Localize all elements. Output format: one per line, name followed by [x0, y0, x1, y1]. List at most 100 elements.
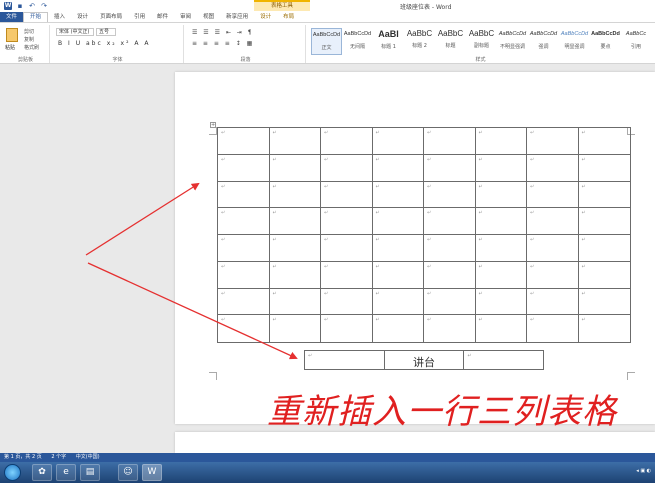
style-emphasis[interactable]: AaBbCcDd 强调 — [528, 28, 559, 55]
tab-references[interactable]: 引用 — [128, 12, 151, 22]
font-size-select[interactable]: 五号 — [96, 28, 116, 36]
table-cell[interactable]: ↵ — [372, 154, 424, 182]
style-normal[interactable]: AaBbCcDd 正文 — [311, 28, 342, 55]
font-name-select[interactable]: 宋体 (中文正) — [56, 28, 94, 36]
tab-table-layout[interactable]: 布局 — [277, 12, 300, 22]
table-cell[interactable]: ↵ — [270, 315, 321, 342]
system-tray[interactable]: ◂ ▣ ◐ — [636, 468, 651, 474]
table-cell[interactable]: ↵ — [372, 288, 424, 316]
table-cell[interactable]: ↵ — [527, 208, 579, 235]
table-cell[interactable]: ↵ — [321, 288, 373, 316]
style-no-spacing[interactable]: AaBbCcDd 无间隔 — [342, 28, 373, 55]
style-heading-1[interactable]: AaBl 标题 1 — [373, 28, 404, 55]
table-cell[interactable]: ↵ — [269, 181, 321, 209]
table-cell[interactable]: ↵ — [424, 208, 476, 235]
style-subtitle[interactable]: AaBbC 副标题 — [466, 28, 497, 55]
browser-icon[interactable]: e — [56, 464, 76, 481]
format-painter-button[interactable]: 格式刷 — [24, 44, 39, 51]
tab-insert[interactable]: 插入 — [48, 12, 71, 22]
table-cell[interactable]: ↵ — [218, 208, 270, 235]
tab-mailings[interactable]: 邮件 — [151, 12, 174, 22]
table-cell[interactable]: ↵ — [321, 261, 373, 289]
table-cell[interactable]: ↵ — [218, 154, 270, 182]
table-cell[interactable]: ↵ — [578, 262, 630, 289]
table-cell[interactable]: ↵ — [269, 261, 321, 289]
table-cell[interactable]: ↵ — [305, 351, 385, 369]
podium-table[interactable]: ↵ 讲台 ↵ — [304, 350, 544, 370]
table-cell[interactable]: ↵ — [321, 315, 373, 342]
table-cell[interactable]: ↵ — [372, 208, 424, 235]
table-cell[interactable]: ↵ — [373, 315, 424, 342]
chat-icon[interactable]: ☺ — [118, 464, 138, 481]
table-cell[interactable]: ↵ — [321, 235, 373, 262]
style-intense-emphasis[interactable]: AaBbCcDd 明显强调 — [559, 28, 590, 55]
table-cell[interactable]: ↵ — [475, 154, 527, 182]
table-cell[interactable]: ↵ — [321, 181, 373, 209]
table-cell[interactable]: ↵ — [475, 288, 527, 316]
folder-icon[interactable]: ▤ — [80, 464, 100, 481]
table-cell[interactable]: ↵ — [424, 181, 476, 209]
table-cell[interactable]: ↵ — [424, 154, 476, 182]
start-button-icon[interactable] — [4, 464, 21, 481]
font-format-buttons[interactable]: B I U abc x₂ x² A A — [58, 40, 151, 47]
table-cell[interactable]: ↵ — [475, 261, 527, 289]
table-cell[interactable]: ↵ — [527, 261, 579, 289]
table-cell[interactable]: 讲台 — [385, 351, 465, 369]
tab-view[interactable]: 视图 — [197, 12, 220, 22]
paste-button-label[interactable]: 粘贴 — [5, 44, 15, 51]
table-cell[interactable]: ↵ — [527, 235, 579, 262]
table-cell[interactable]: ↵ — [578, 208, 630, 235]
table-move-handle[interactable]: + — [210, 122, 216, 128]
table-cell[interactable]: ↵ — [269, 235, 321, 262]
table-cell[interactable]: ↵ — [372, 235, 424, 262]
style-quote[interactable]: AaBbCc 引用 — [621, 28, 651, 55]
app-icon[interactable]: ✿ — [32, 464, 52, 481]
style-heading-2[interactable]: AaBbC 标题 2 — [404, 28, 435, 55]
document-page[interactable]: + ↵ ↵ ↵ ↵ ↵ ↵ ↵ ↵ ↵ ↵ ↵ ↵ ↵ ↵ ↵ ↵ ↵ ↵ ↵ ↵ ↵ ↵ ↵ ↵ ↵ ↵ ↵ ↵ ↵ ↵ ↵ ↵ ↵ ↵ ↵ ↵ ↵ ↵… — [175, 72, 655, 432]
table-cell[interactable]: ↵ — [578, 289, 630, 316]
table-cell[interactable]: ↵ — [578, 182, 630, 209]
tab-review[interactable]: 审阅 — [174, 12, 197, 22]
table-cell[interactable]: ↵ — [578, 155, 630, 182]
table-cell[interactable]: ↵ — [578, 128, 630, 155]
tab-home[interactable]: 开始 — [23, 12, 49, 22]
table-cell[interactable]: ↵ — [218, 315, 270, 342]
tab-apps[interactable]: 新享应用 — [220, 12, 254, 22]
copy-button[interactable]: 复制 — [24, 36, 34, 43]
table-cell[interactable]: ↵ — [372, 261, 424, 289]
table-cell[interactable]: ↵ — [424, 128, 476, 155]
tab-table-design[interactable]: 设计 — [254, 12, 277, 22]
table-cell[interactable]: ↵ — [527, 315, 579, 342]
tab-page-layout[interactable]: 页面布局 — [94, 12, 128, 22]
table-cell[interactable]: ↵ — [269, 208, 321, 235]
table-cell[interactable]: ↵ — [218, 235, 270, 262]
language-indicator[interactable]: 中文(中国) — [76, 454, 100, 460]
table-cell[interactable]: ↵ — [424, 288, 476, 316]
table-cell[interactable]: ↵ — [269, 288, 321, 316]
table-cell[interactable]: ↵ — [218, 288, 270, 316]
table-cell[interactable]: ↵ — [579, 315, 631, 342]
table-cell[interactable]: ↵ — [269, 128, 321, 155]
word-count[interactable]: 2 个字 — [51, 454, 66, 460]
table-cell[interactable]: ↵ — [578, 235, 630, 262]
table-cell[interactable]: ↵ — [476, 315, 527, 342]
cut-button[interactable]: 剪切 — [24, 28, 34, 35]
table-cell[interactable]: ↵ — [321, 154, 373, 182]
table-cell[interactable]: ↵ — [372, 181, 424, 209]
list-buttons[interactable]: ☰ ☰ ☰ ⇤ ⇥ ¶ — [192, 29, 254, 36]
table-cell[interactable]: ↵ — [527, 288, 579, 316]
table-cell[interactable]: ↵ — [269, 154, 321, 182]
style-strong[interactable]: AaBbCcDd 要点 — [590, 28, 621, 55]
tab-design[interactable]: 设计 — [71, 12, 94, 22]
table-cell[interactable]: ↵ — [527, 154, 579, 182]
table-cell[interactable]: ↵ — [527, 128, 579, 155]
table-cell[interactable]: ↵ — [424, 315, 476, 342]
save-icon[interactable]: ▪ — [16, 2, 24, 10]
table-cell[interactable]: ↵ — [321, 208, 373, 235]
table-cell[interactable]: ↵ — [424, 261, 476, 289]
table-cell[interactable]: ↵ — [372, 128, 424, 155]
table-cell[interactable]: ↵ — [218, 261, 270, 289]
table-cell[interactable]: ↵ — [475, 128, 527, 155]
document-canvas[interactable]: + ↵ ↵ ↵ ↵ ↵ ↵ ↵ ↵ ↵ ↵ ↵ ↵ ↵ ↵ ↵ ↵ ↵ ↵ ↵ ↵ ↵ ↵ ↵ ↵ ↵ ↵ ↵ ↵ ↵ ↵ ↵ ↵ ↵ ↵ ↵ ↵ ↵ ↵… — [0, 64, 655, 453]
table-cell[interactable]: ↵ — [218, 181, 270, 209]
